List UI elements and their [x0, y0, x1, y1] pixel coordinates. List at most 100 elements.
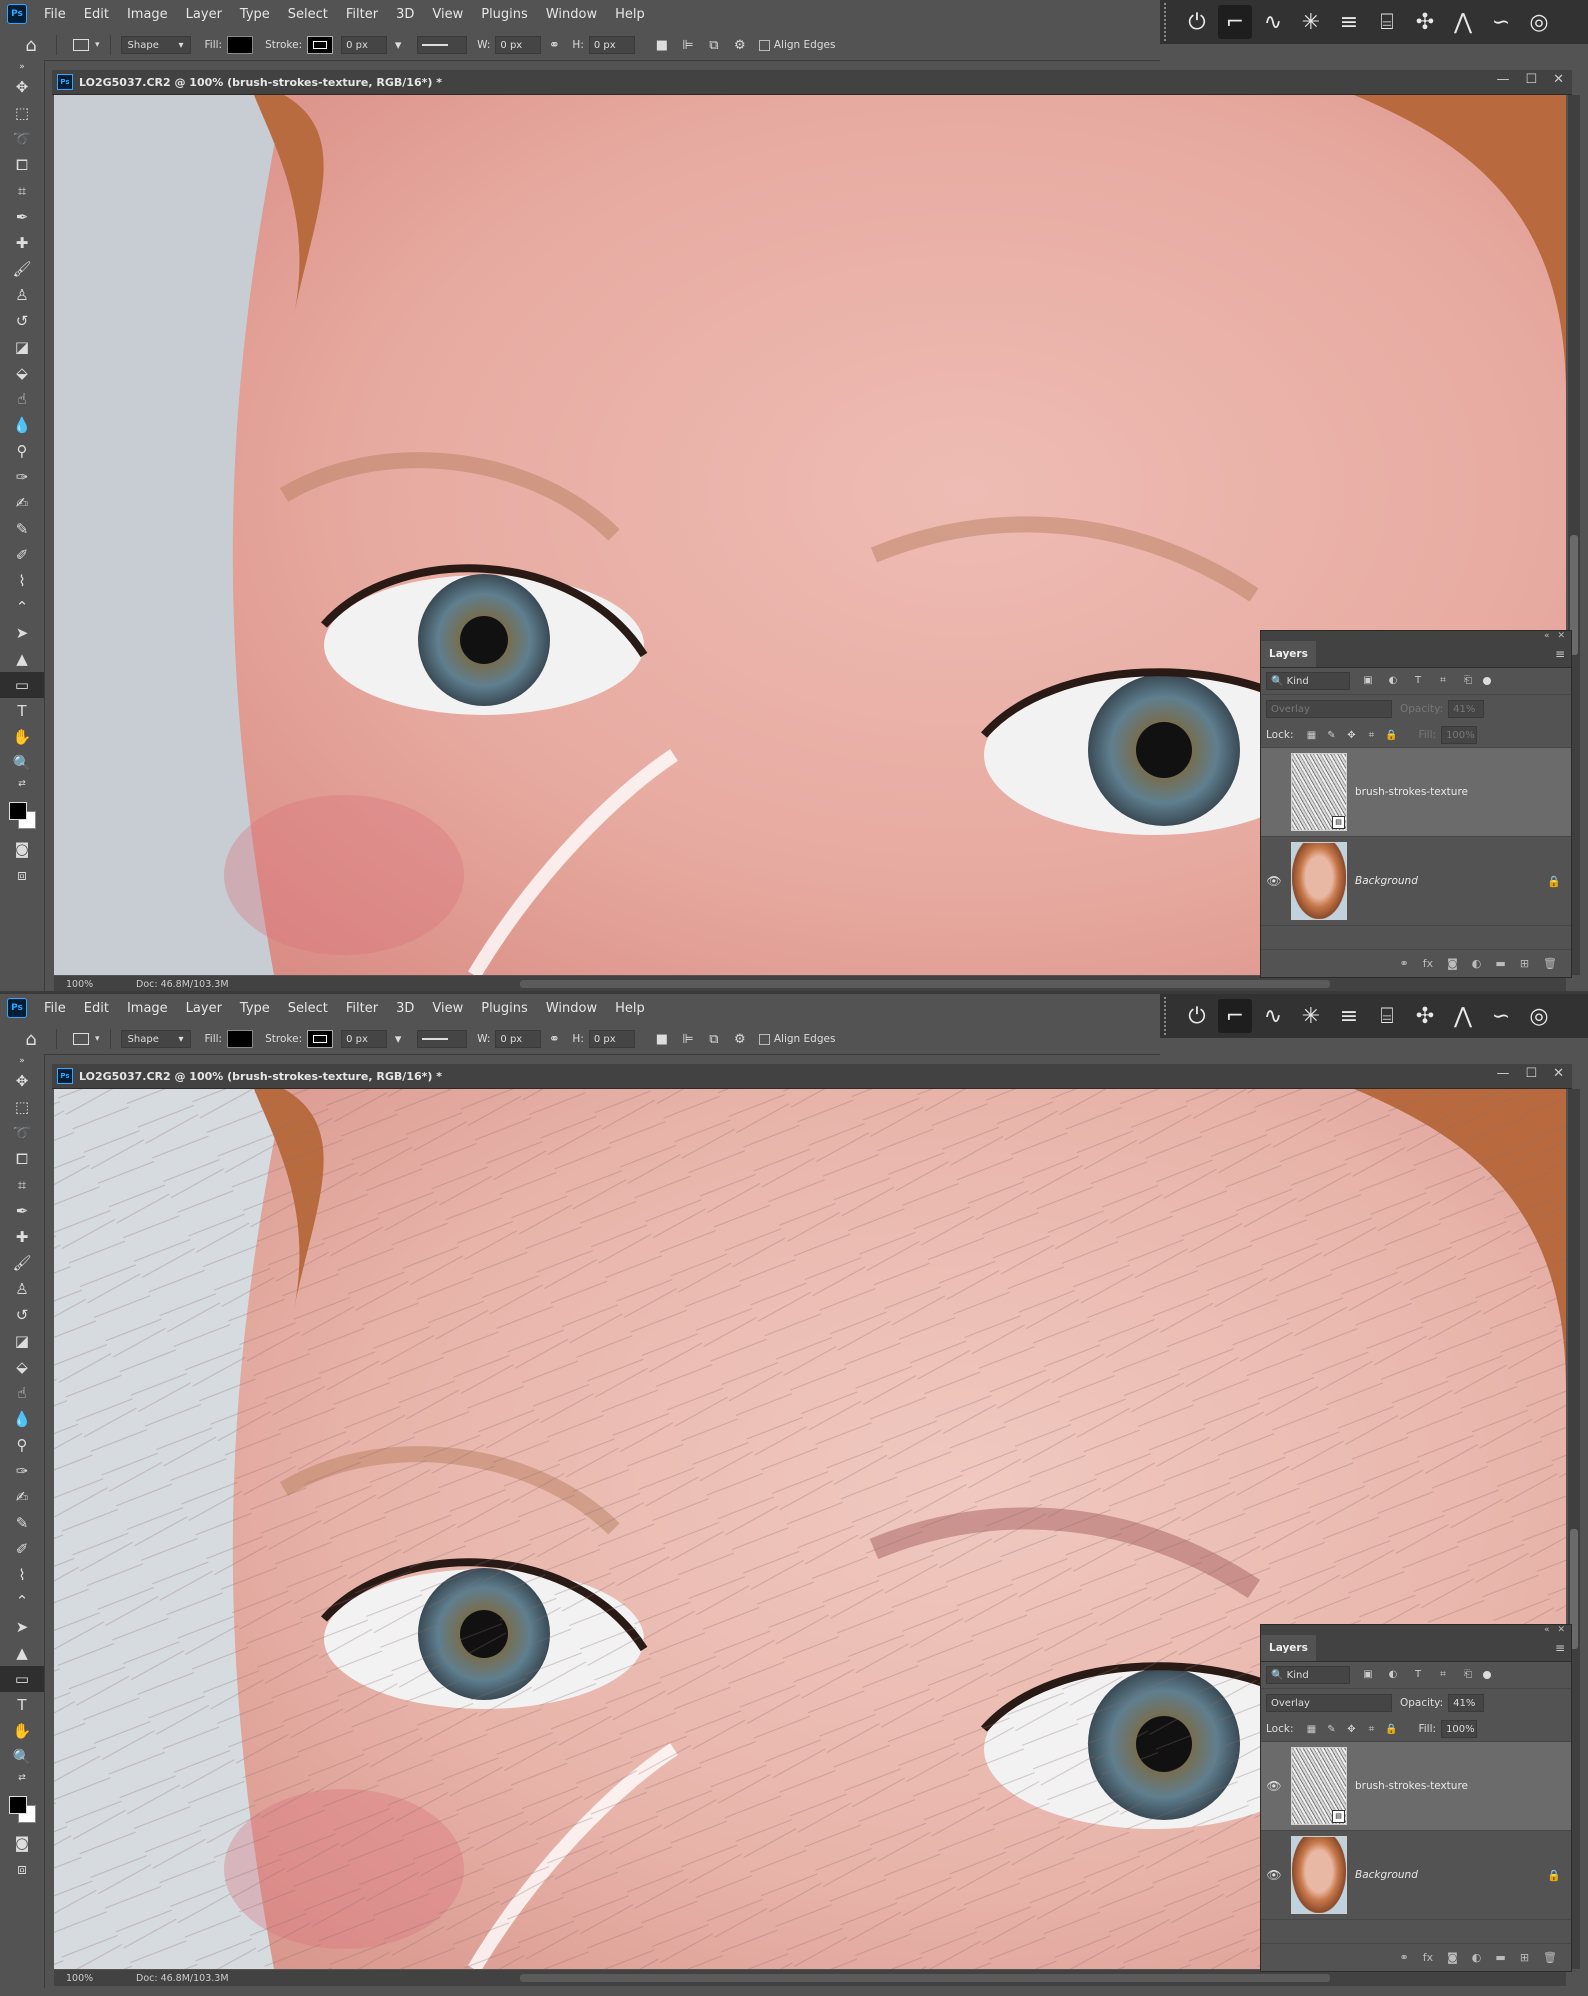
menu-view[interactable]: View	[423, 1001, 472, 1016]
move-icon[interactable]: ✥	[0, 1068, 44, 1094]
adjustment-layer-icon[interactable]: ◐	[1472, 957, 1482, 970]
lock-transparency-icon[interactable]: ▦	[1304, 1724, 1318, 1735]
smudge-icon[interactable]: ☝	[0, 386, 44, 412]
color-swatches[interactable]	[0, 792, 44, 836]
wave-icon[interactable]: ∽	[1484, 5, 1518, 39]
adjustment-layer-icon[interactable]: ◐	[1472, 1951, 1482, 1964]
document-tab[interactable]: Ps LO2G5037.CR2 @ 100% (brush-strokes-te…	[52, 1064, 1572, 1089]
drag-grip[interactable]	[1164, 3, 1176, 41]
maximize-icon[interactable]: ☐	[1525, 1066, 1537, 1081]
peak-icon[interactable]: ⋀	[1446, 5, 1480, 39]
path-arrangement-icon[interactable]: ⧉	[705, 1032, 723, 1047]
horizontal-scrollbar[interactable]	[520, 980, 1330, 988]
smart-object-filter-icon[interactable]: ⎗	[1461, 675, 1475, 687]
crop-icon[interactable]: ⌗	[0, 1172, 44, 1198]
freeform-pen-icon[interactable]: ✍	[0, 490, 44, 516]
stroke-type-dropdown[interactable]	[417, 36, 468, 54]
chevron-down-icon[interactable]: ▾	[389, 1032, 407, 1047]
clone-stamp-icon[interactable]: ♙	[0, 1276, 44, 1302]
add-anchor-icon[interactable]: ✐	[0, 542, 44, 568]
chevron-down-icon[interactable]: ▾	[389, 38, 407, 53]
adjustment-filter-icon[interactable]: ◐	[1386, 675, 1400, 687]
brush-icon[interactable]: 🖌	[0, 256, 44, 282]
new-group-icon[interactable]: ▬	[1495, 957, 1505, 970]
pointer-icon[interactable]: ▲	[0, 646, 44, 672]
minimize-icon[interactable]: —	[1496, 72, 1509, 87]
healing-brush-icon[interactable]: ✚	[0, 1224, 44, 1250]
smart-object-filter-icon[interactable]: ⎗	[1461, 1669, 1475, 1681]
object-select-icon[interactable]: ⧠	[0, 1146, 44, 1172]
cross-icon[interactable]: ✣	[1408, 999, 1442, 1033]
menu-layer[interactable]: Layer	[177, 1001, 231, 1016]
menu-window[interactable]: Window	[537, 1001, 606, 1016]
menu-layer[interactable]: Layer	[177, 7, 231, 22]
menu-3d[interactable]: 3D	[387, 7, 423, 22]
layer-name[interactable]: Background	[1355, 1869, 1547, 1881]
type-filter-icon[interactable]: T	[1411, 1669, 1425, 1681]
path-operations-icon[interactable]: ■	[653, 1032, 671, 1047]
path-tool-icon[interactable]: ⌐	[1218, 5, 1252, 39]
fill-swatch[interactable]	[227, 36, 254, 54]
align-edges-checkbox[interactable]	[758, 1033, 770, 1045]
close-icon[interactable]: ✕	[1553, 72, 1564, 87]
path-arrangement-icon[interactable]: ⧉	[705, 38, 723, 53]
zoom-level[interactable]: 100%	[66, 979, 126, 990]
paint-bucket-icon[interactable]: ⬙	[0, 1354, 44, 1380]
add-mask-icon[interactable]: ◙	[1447, 1951, 1458, 1964]
height-field[interactable]: 0 px	[588, 36, 635, 54]
tool-mode-dropdown[interactable]: Shape ▾	[120, 1030, 191, 1048]
hand-icon[interactable]: ✋	[0, 1718, 44, 1744]
kind-filter-dropdown[interactable]: 🔍 Kind	[1266, 1666, 1350, 1684]
path-select-icon[interactable]: ⌃	[0, 1588, 44, 1614]
zoom-level[interactable]: 100%	[66, 1973, 126, 1984]
brush-icon[interactable]: 🖌	[0, 1250, 44, 1276]
lock-all-icon[interactable]: 🔒	[1384, 1724, 1398, 1735]
pen-icon[interactable]: ✑	[0, 1458, 44, 1484]
blend-mode-dropdown[interactable]: Overlay	[1266, 700, 1392, 718]
document-tab[interactable]: Ps LO2G5037.CR2 @ 100% (brush-strokes-te…	[52, 70, 1572, 95]
crop-icon[interactable]: ⌗	[0, 178, 44, 204]
frame-icon[interactable]: ⌸	[1370, 5, 1404, 39]
stroke-swatch[interactable]	[307, 1030, 334, 1048]
swap-colors-icon[interactable]: ⇄	[0, 1770, 44, 1786]
horizontal-scrollbar[interactable]	[520, 1974, 1330, 1982]
menu-window[interactable]: Window	[537, 7, 606, 22]
menu-select[interactable]: Select	[279, 1001, 337, 1016]
add-mask-icon[interactable]: ◙	[1447, 957, 1458, 970]
close-icon[interactable]: ✕	[1553, 1066, 1564, 1081]
panel-menu-icon[interactable]: ≡	[1555, 1641, 1565, 1655]
menu-image[interactable]: Image	[118, 7, 177, 22]
color-swatches[interactable]	[0, 1786, 44, 1830]
stroke-type-dropdown[interactable]	[417, 1030, 468, 1048]
menu-filter[interactable]: Filter	[337, 7, 387, 22]
lock-position-icon[interactable]: ✥	[1344, 1724, 1358, 1735]
gear-icon[interactable]: ⚙	[731, 38, 749, 53]
smudge-icon[interactable]: ☝	[0, 1380, 44, 1406]
eyedropper-icon[interactable]: ✒	[0, 204, 44, 230]
shape-filter-icon[interactable]: ⌗	[1436, 675, 1450, 687]
pixel-filter-icon[interactable]: ▣	[1361, 675, 1375, 687]
maximize-icon[interactable]: ☐	[1525, 72, 1537, 87]
opacity-field[interactable]: 41%	[1448, 700, 1485, 718]
sparkle-icon[interactable]: ✳	[1294, 999, 1328, 1033]
history-brush-icon[interactable]: ↺	[0, 308, 44, 334]
pointer-icon[interactable]: ▲	[0, 1640, 44, 1666]
eye-icon[interactable]: 👁	[1261, 1779, 1287, 1793]
fill-field[interactable]: 100%	[1441, 1720, 1478, 1738]
peak-icon[interactable]: ⋀	[1446, 999, 1480, 1033]
menu-edit[interactable]: Edit	[75, 7, 118, 22]
layer-name[interactable]: brush-strokes-texture	[1355, 786, 1571, 798]
lasso-icon[interactable]: ➰	[0, 126, 44, 152]
filter-toggle[interactable]	[1483, 677, 1491, 685]
power-icon[interactable]: ⏻	[1180, 5, 1214, 39]
swap-colors-icon[interactable]: ⇄	[0, 776, 44, 792]
lock-artboard-icon[interactable]: ⌗	[1364, 1724, 1378, 1735]
menu-file[interactable]: File	[35, 7, 75, 22]
direct-select-icon[interactable]: ➤	[0, 1614, 44, 1640]
cross-icon[interactable]: ✣	[1408, 5, 1442, 39]
eraser-icon[interactable]: ◪	[0, 334, 44, 360]
layer-name[interactable]: brush-strokes-texture	[1355, 1780, 1571, 1792]
filter-toggle[interactable]	[1483, 1671, 1491, 1679]
minimize-icon[interactable]: —	[1496, 1066, 1509, 1081]
rectangle-icon[interactable]: ▭	[0, 672, 44, 698]
